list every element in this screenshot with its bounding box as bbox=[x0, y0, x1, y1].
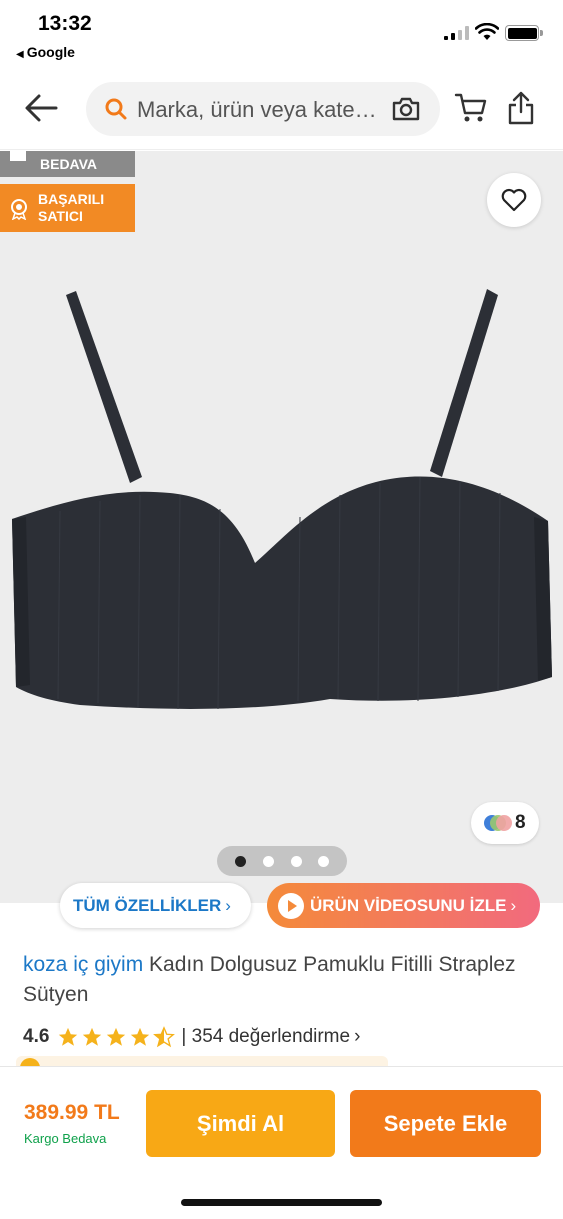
play-icon bbox=[278, 893, 304, 919]
pager-dot[interactable] bbox=[291, 856, 302, 867]
wifi-icon bbox=[475, 23, 499, 40]
watch-video-label: ÜRÜN VİDEOSUNU İZLE bbox=[310, 896, 507, 915]
product-photo bbox=[12, 289, 552, 710]
star-icon bbox=[107, 1027, 126, 1046]
add-to-cart-button[interactable]: Sepete Ekle bbox=[350, 1090, 541, 1157]
color-swatch-icon bbox=[484, 815, 512, 831]
home-indicator[interactable] bbox=[181, 1199, 382, 1206]
chevron-right-icon: › bbox=[510, 896, 517, 915]
battery-icon bbox=[505, 25, 543, 41]
seller-badge-label: BAŞARILI SATICI bbox=[38, 191, 105, 224]
book-icon bbox=[10, 151, 26, 161]
left-triangle-icon: ◀ bbox=[16, 49, 24, 60]
rating-score: 4.6 bbox=[23, 1026, 50, 1047]
share-icon[interactable] bbox=[507, 90, 535, 126]
free-badge: BEDAVA bbox=[0, 151, 135, 177]
award-icon bbox=[11, 199, 27, 220]
product-gallery[interactable]: BEDAVA BAŞARILI SATICI 8 bbox=[0, 151, 563, 903]
chevron-right-icon: › bbox=[225, 896, 231, 915]
brand-link[interactable]: koza iç giyim bbox=[23, 953, 143, 976]
favorite-button[interactable] bbox=[487, 173, 541, 227]
purchase-bar: 389.99 TL Kargo Bedava Şimdi Al Sepete E… bbox=[0, 1066, 563, 1219]
price: 389.99 TL bbox=[24, 1101, 120, 1124]
review-count-link[interactable]: | 354 değerlendirme bbox=[181, 1026, 350, 1048]
coin-icon bbox=[20, 1058, 40, 1066]
clock: 13:32 bbox=[38, 12, 92, 35]
color-variants-count: 8 bbox=[515, 812, 526, 833]
image-pager[interactable] bbox=[217, 846, 347, 876]
free-shipping-label: Kargo Bedava bbox=[24, 1131, 107, 1146]
top-nav: Marka, ürün veya kate… bbox=[0, 70, 563, 150]
search-bar[interactable]: Marka, ürün veya kate… bbox=[86, 82, 440, 136]
heart-icon bbox=[501, 188, 527, 212]
successful-seller-badge: BAŞARILI SATICI bbox=[0, 184, 135, 232]
back-arrow-icon[interactable] bbox=[22, 90, 62, 126]
watch-video-button[interactable]: ÜRÜN VİDEOSUNU İZLE › bbox=[267, 883, 540, 928]
all-specs-label: TÜM ÖZELLİKLER bbox=[73, 896, 222, 915]
product-title: koza iç giyim Kadın Dolgusuz Pamuklu Fit… bbox=[23, 950, 543, 1010]
star-icon bbox=[83, 1027, 102, 1046]
back-to-app-link[interactable]: ◀ Google bbox=[16, 44, 75, 60]
status-bar: 13:32 ◀ Google bbox=[0, 0, 563, 70]
promo-banner[interactable] bbox=[16, 1056, 388, 1066]
camera-icon[interactable] bbox=[391, 96, 421, 122]
star-rating bbox=[57, 1026, 176, 1048]
search-input[interactable]: Marka, ürün veya kate… bbox=[137, 97, 377, 123]
buy-now-button[interactable]: Şimdi Al bbox=[146, 1090, 335, 1157]
color-variants-button[interactable]: 8 bbox=[471, 802, 539, 844]
free-badge-label: BEDAVA bbox=[40, 156, 98, 172]
pager-dot[interactable] bbox=[263, 856, 274, 867]
chevron-right-icon: › bbox=[354, 1026, 361, 1047]
back-app-label: Google bbox=[26, 44, 75, 60]
pager-dot[interactable] bbox=[318, 856, 329, 867]
star-icon bbox=[59, 1027, 78, 1046]
signal-icon bbox=[444, 26, 469, 40]
pager-dot[interactable] bbox=[235, 856, 246, 867]
search-icon bbox=[105, 98, 127, 120]
rating-row[interactable]: 4.6 | 354 değerlendirme › bbox=[23, 1024, 360, 1050]
all-specs-button[interactable]: TÜM ÖZELLİKLER › bbox=[60, 883, 251, 928]
star-icon bbox=[131, 1027, 150, 1046]
half-star-icon bbox=[153, 1026, 176, 1048]
cart-icon[interactable] bbox=[454, 92, 488, 124]
